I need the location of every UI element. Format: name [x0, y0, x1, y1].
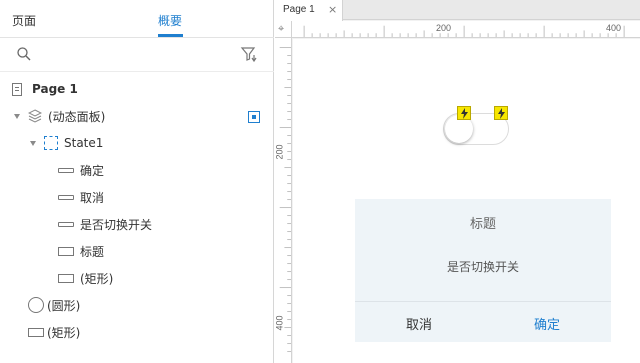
- editor-area: Page 1 × ⌖ 200 400 200 400 标题 是否切换开关 取消 …: [275, 0, 640, 363]
- page-icon: [12, 82, 22, 96]
- horizontal-ruler: [292, 21, 640, 38]
- tree-page-item[interactable]: Page 1: [12, 78, 78, 100]
- rectangle-icon: [58, 246, 74, 256]
- panel-tabs: 页面 概要: [0, 0, 274, 38]
- filter-icon[interactable]: [240, 45, 258, 63]
- dialog-divider: [355, 301, 611, 302]
- tree-item-label: 取消: [80, 190, 105, 205]
- tree-item-label: (矩形): [47, 325, 81, 340]
- tree-item-title[interactable]: 标题: [58, 240, 104, 262]
- dialog-message: 是否切换开关: [446, 260, 519, 274]
- expand-arrow-icon[interactable]: [30, 140, 36, 146]
- search-icon[interactable]: [16, 46, 32, 62]
- page-tab[interactable]: Page 1 ×: [275, 0, 343, 21]
- crosshair-icon: ⌖: [278, 22, 285, 35]
- tree-state-item[interactable]: State1: [30, 132, 103, 154]
- ruler-label: 400: [606, 23, 622, 33]
- tree-item-rectangle[interactable]: (矩形): [28, 321, 80, 343]
- tree-item-label: (矩形): [80, 271, 114, 286]
- tree-item-message[interactable]: 是否切换开关: [58, 213, 152, 235]
- confirm-button[interactable]: 确定: [483, 314, 611, 333]
- tree-item-label: 是否切换开关: [80, 217, 153, 232]
- tree-item-label: 标题: [80, 244, 105, 259]
- ruler-corner: ⌖: [275, 21, 292, 38]
- state-label: State1: [64, 136, 104, 150]
- outline-panel: 页面 概要 Page 1 (动态面板) State1 确定 取消 是否切换开关 …: [0, 0, 274, 363]
- layers-icon: [28, 109, 42, 123]
- tree-dynamic-panel[interactable]: (动态面板): [14, 105, 105, 127]
- vertical-ruler: [275, 38, 292, 363]
- text-field-icon: [58, 167, 74, 173]
- ruler-label: 200: [274, 144, 285, 160]
- tree-item-label: 确定: [80, 163, 105, 178]
- cancel-button[interactable]: 取消: [355, 314, 483, 333]
- editor-tab-bar: Page 1 ×: [275, 0, 640, 21]
- design-canvas[interactable]: 标题 是否切换开关 取消 确定: [293, 39, 640, 363]
- tree-item-circle[interactable]: (圆形): [28, 294, 80, 316]
- dynamic-panel-label: (动态面板): [48, 109, 106, 124]
- text-field-icon: [58, 194, 74, 200]
- ruler-label: 400: [274, 315, 285, 331]
- panel-visibility-icon[interactable]: [248, 111, 260, 123]
- state-icon: [44, 136, 58, 150]
- interaction-bolt-icon[interactable]: [457, 106, 471, 120]
- rectangle-icon: [28, 327, 44, 337]
- dialog-title: 标题: [469, 217, 496, 232]
- text-field-icon: [58, 221, 74, 227]
- rectangle-icon: [58, 273, 74, 283]
- page-tab-label: Page 1: [283, 4, 315, 15]
- expand-arrow-icon[interactable]: [14, 113, 20, 119]
- tab-pages[interactable]: 页面: [12, 12, 36, 29]
- tree-item-cancel[interactable]: 取消: [58, 186, 104, 208]
- search-input[interactable]: [36, 44, 232, 64]
- interaction-bolt-icon[interactable]: [494, 106, 508, 120]
- tab-outline[interactable]: 概要: [158, 12, 182, 29]
- tree-item-label: (圆形): [47, 298, 81, 313]
- close-icon[interactable]: ×: [328, 3, 337, 16]
- tab-active-indicator: [158, 34, 183, 37]
- ruler-label: 200: [436, 23, 452, 33]
- circle-icon: [28, 297, 44, 313]
- confirm-dialog: 标题 是否切换开关 取消 确定: [355, 199, 611, 342]
- tree-item-confirm[interactable]: 确定: [58, 159, 104, 181]
- tree-page-label: Page 1: [32, 82, 78, 96]
- tree-item-rect[interactable]: (矩形): [58, 267, 113, 289]
